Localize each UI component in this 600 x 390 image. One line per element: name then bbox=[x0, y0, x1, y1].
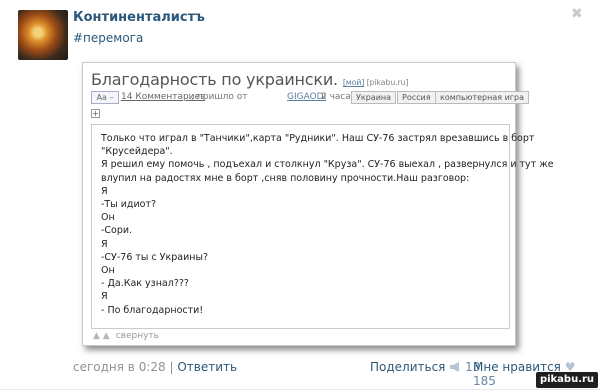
footer-separator: | bbox=[169, 360, 174, 374]
story-text: Только что играл в "Танчики",карта "Рудн… bbox=[101, 132, 554, 317]
story-line: "Крусейдера". bbox=[101, 146, 173, 158]
expand-icon: + bbox=[91, 109, 100, 118]
story-line: Он bbox=[101, 212, 115, 224]
tag-ukraine: Украина bbox=[351, 91, 397, 104]
card-meta: Aa – 14 Комментариев ; пришло от GIGAODI… bbox=[91, 91, 529, 105]
share-button[interactable]: Поделиться 13 bbox=[370, 360, 480, 374]
story-line: Я bbox=[101, 291, 108, 303]
pikabu-watermark: pikabu.ru bbox=[536, 372, 598, 388]
card-title: Благодарность по украински. [мой] [pikab… bbox=[91, 70, 409, 89]
card-source: [pikabu.ru] bbox=[366, 78, 409, 87]
story-line: -Сори. bbox=[101, 225, 133, 237]
story-line: Я bbox=[101, 238, 108, 250]
story-line: Я bbox=[101, 185, 108, 197]
share-label: Поделиться bbox=[370, 360, 446, 374]
card-title-text: Благодарность по украински. bbox=[91, 70, 338, 89]
collapse-control: ▲ ▲ свернуть bbox=[93, 331, 159, 341]
tag-computer-game: компьютерная игра bbox=[435, 91, 529, 104]
story-line: -Ты идиот? bbox=[101, 199, 157, 211]
like-count: 185 bbox=[473, 374, 496, 388]
story-line: Он bbox=[101, 265, 115, 277]
collapse-arrows-icon: ▲ ▲ bbox=[93, 331, 110, 341]
avatar[interactable] bbox=[18, 10, 68, 60]
post-footer: сегодня в 0:28 | Ответить bbox=[73, 360, 237, 374]
collapse-label: свернуть bbox=[115, 331, 159, 341]
wall-post: Континенталистъ #перемога ✖ Благодарност… bbox=[0, 0, 600, 390]
story-line: Только что играл в "Танчики",карта "Рудн… bbox=[101, 133, 535, 144]
reply-button[interactable]: Ответить bbox=[177, 360, 237, 374]
story-box: Только что играл в "Танчики",карта "Рудн… bbox=[91, 124, 554, 329]
font-size-button: Aa – bbox=[91, 91, 119, 104]
pushed-text: ; пришло от bbox=[191, 92, 248, 102]
card-mine-link: [мой] bbox=[342, 78, 365, 87]
story-line: - По благодарности! bbox=[101, 304, 204, 316]
hashtag-link[interactable]: #перемога bbox=[73, 31, 143, 45]
attached-screenshot[interactable]: Благодарность по украински. [мой] [pikab… bbox=[82, 62, 554, 346]
post-timestamp[interactable]: сегодня в 0:28 bbox=[73, 360, 166, 374]
megaphone-icon bbox=[450, 362, 460, 372]
post-author-link[interactable]: Континенталистъ bbox=[73, 10, 205, 25]
story-line: Я решил ему помочь , подъехал и столкнул… bbox=[101, 159, 554, 171]
story-line: - Да.Как узнал??? bbox=[101, 278, 189, 290]
close-icon[interactable]: ✖ bbox=[571, 6, 583, 22]
tag-russia: Россия bbox=[397, 91, 436, 104]
story-line: влупил на радостях мне в борт ,сняв поло… bbox=[101, 172, 470, 184]
story-line: -СУ-76 ты с Украины? bbox=[101, 251, 208, 263]
